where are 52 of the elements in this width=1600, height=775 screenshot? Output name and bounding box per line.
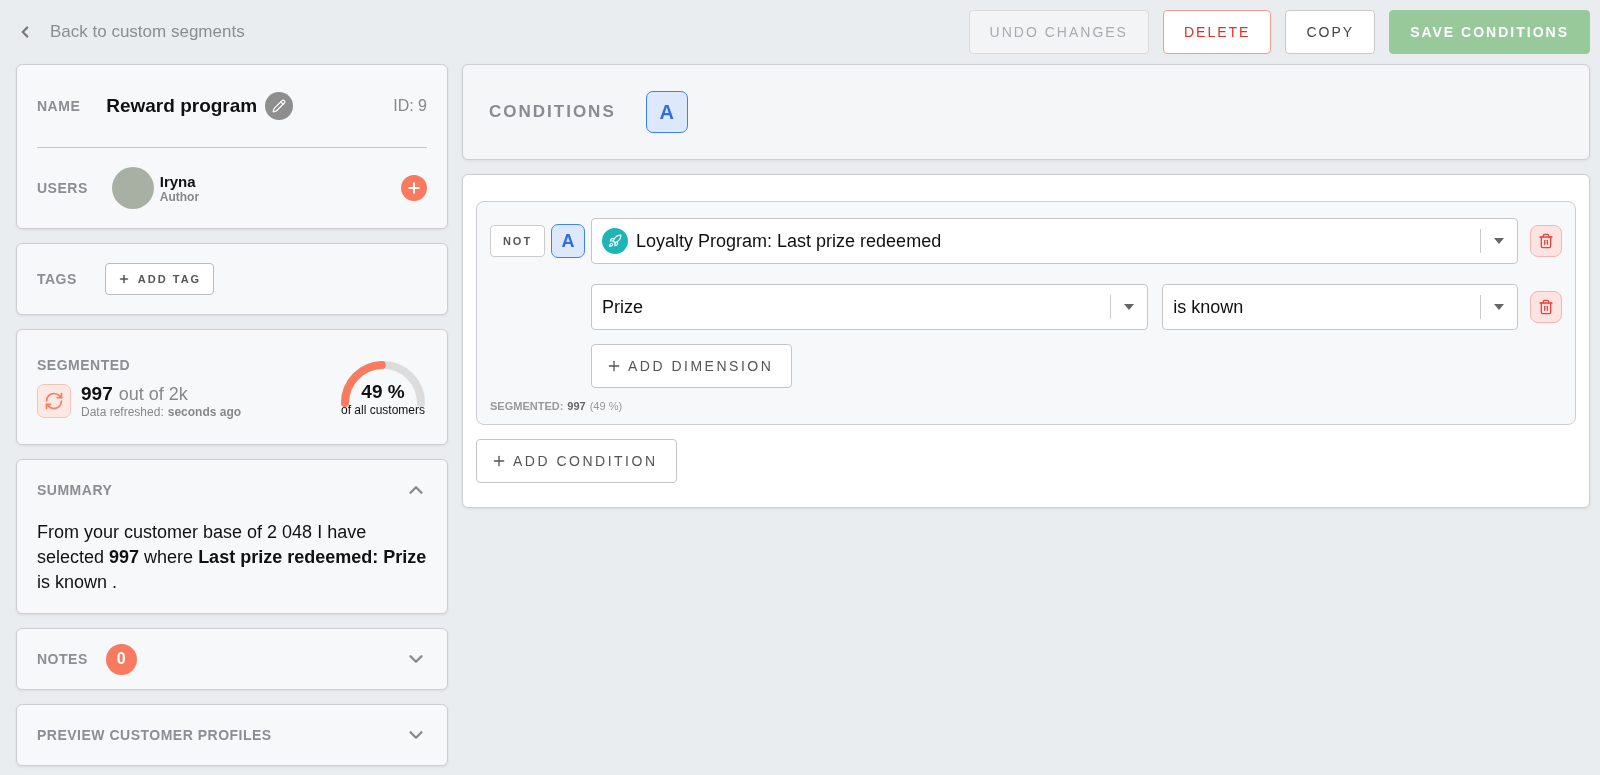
segmented-label: SEGMENTED: [490, 400, 564, 412]
group-tag: A [551, 224, 585, 258]
event-select[interactable]: Loyalty Program: Last prize redeemed [591, 218, 1518, 264]
segmented-percent: (49 %) [589, 400, 623, 412]
not-toggle[interactable]: NOT [490, 225, 545, 257]
field-select[interactable]: Prize [591, 284, 1149, 330]
notes-label: NOTES [37, 651, 88, 667]
segmented-percent: 49 % [361, 381, 405, 403]
pencil-icon [272, 99, 287, 113]
plus-icon [491, 453, 507, 469]
group-tag[interactable]: A [645, 91, 688, 133]
trash-icon [1538, 299, 1554, 315]
refreshed-label: Data refreshed: [81, 405, 164, 419]
caret-icon [1493, 303, 1505, 311]
segmented-total: out of 2k [118, 384, 188, 404]
delete-button[interactable] [1530, 291, 1562, 323]
plus-icon [606, 358, 622, 374]
operator-select[interactable]: is known [1162, 284, 1518, 330]
action-button[interactable]: COPY [1285, 10, 1376, 54]
user-role: Author [159, 189, 200, 204]
user-name: Iryna [159, 172, 197, 190]
conditions-title: CONDITIONS [489, 102, 616, 122]
trash-icon [1538, 233, 1554, 249]
delete-button[interactable] [1530, 225, 1562, 257]
segmented-count: 997 [81, 383, 113, 404]
segment-name: Reward program [106, 95, 258, 117]
refreshed-value: seconds ago [167, 405, 242, 419]
avatar [111, 167, 154, 209]
summary-label: SUMMARY [37, 482, 113, 498]
refresh-icon [44, 391, 64, 411]
add-tag-button[interactable]: ADD TAG [104, 263, 215, 295]
add-user-button[interactable] [401, 175, 427, 201]
rocket-icon [602, 228, 628, 254]
plus-icon [406, 180, 422, 196]
caret-icon [1493, 237, 1505, 245]
segmented-label: SEGMENTED [37, 357, 132, 373]
edit-button[interactable] [265, 92, 294, 120]
refresh-button[interactable] [37, 384, 71, 418]
action-button[interactable]: DELETE [1162, 10, 1272, 54]
users-label: USERS [37, 180, 88, 196]
name-label: NAME [37, 98, 81, 114]
segment-id: ID: 9 [393, 97, 427, 115]
add-dimension-button[interactable]: ADD DIMENSION [591, 344, 793, 388]
segmented-count: 997 [567, 400, 586, 412]
notes-count: 0 [105, 643, 137, 675]
summary-text: From your customer base of 2 048 I have selected 997 where Last prize redeemed: Prize is known . [37, 522, 427, 592]
tags-label: TAGS [37, 271, 77, 287]
add-condition-button[interactable]: ADD CONDITION [476, 439, 677, 483]
percent-caption: of all customers [341, 403, 425, 417]
plus-icon [117, 273, 130, 285]
preview-label: PREVIEW CUSTOMER PROFILES [37, 727, 272, 743]
caret-icon [1123, 303, 1136, 311]
